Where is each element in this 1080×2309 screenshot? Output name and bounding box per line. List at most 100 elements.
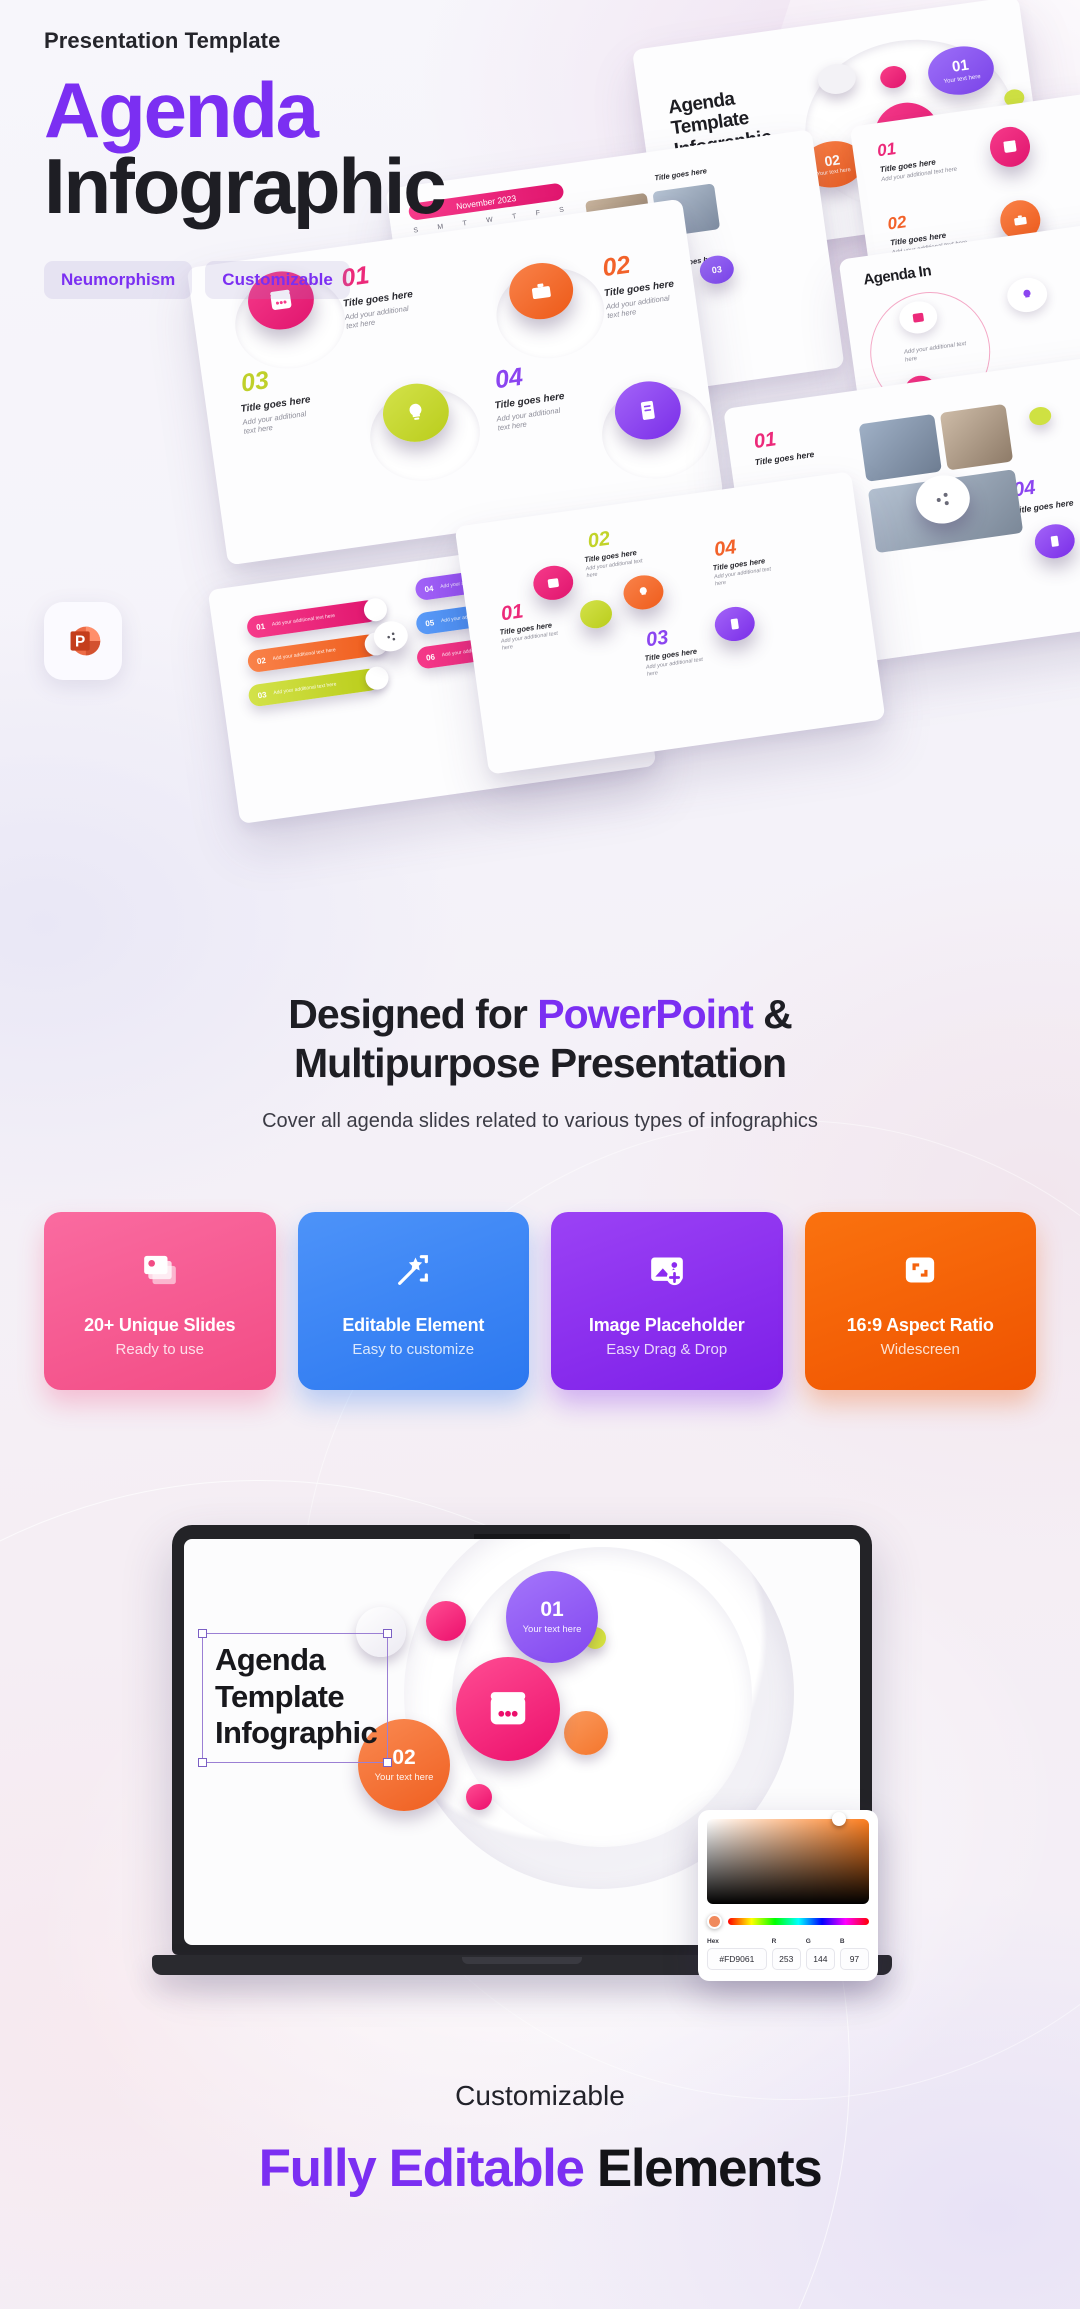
curve-slide: 02 Title goes here Add your additional t… bbox=[454, 471, 886, 775]
calendar-icon bbox=[490, 1692, 526, 1725]
page-title-line1: Agenda bbox=[44, 66, 319, 154]
pill-icon-badge bbox=[363, 665, 390, 692]
share-icon bbox=[386, 632, 395, 641]
feature-card-title: 16:9 Aspect Ratio bbox=[846, 1315, 994, 1335]
page-title-line2: Infographic bbox=[44, 142, 447, 231]
hex-label: Hex bbox=[707, 1938, 719, 1945]
curve-icon-03 bbox=[712, 604, 757, 644]
curve-num-01: 01 bbox=[499, 600, 525, 626]
color-picker-r-field[interactable]: R 253 bbox=[771, 1938, 801, 1970]
footer-heading-purple: Fully Editable bbox=[258, 2139, 585, 2198]
header: Presentation Template Agenda Infographic… bbox=[44, 28, 604, 299]
r-label: R bbox=[771, 1938, 777, 1945]
calendar-icon bbox=[1003, 140, 1017, 153]
mid-subtitle: Cover all agenda slides related to vario… bbox=[262, 1110, 818, 1133]
promo-page: Agenda Template Infographic 01 Your text… bbox=[0, 0, 1080, 2309]
color-picker-sv-knob[interactable] bbox=[832, 1812, 846, 1826]
tag-neumorphism[interactable]: Neumorphism bbox=[44, 260, 193, 299]
footer-heading-dark: Elements bbox=[583, 2139, 823, 2198]
feature-card-subtitle: Ready to use bbox=[115, 1341, 204, 1358]
color-picker-hex-field[interactable]: Hex #FD9061 bbox=[707, 1938, 767, 1970]
feature-card-subtitle: Widescreen bbox=[880, 1341, 960, 1358]
photo-icon-04 bbox=[1032, 521, 1077, 561]
mid-heading-line2: Multipurpose Presentation bbox=[293, 1040, 787, 1087]
feature-card-title: Image Placeholder bbox=[588, 1315, 745, 1335]
feature-card-image-placeholder[interactable]: Image Placeholder Easy Drag & Drop bbox=[551, 1212, 783, 1390]
svg-text:P: P bbox=[75, 633, 85, 650]
photo-thumb-2 bbox=[939, 403, 1014, 471]
mid-heading-a: Designed for bbox=[288, 991, 538, 1037]
r-value[interactable]: 253 bbox=[771, 1948, 801, 1970]
step-num-02: 02 bbox=[600, 250, 633, 283]
laptop-trackpad-notch bbox=[462, 1957, 582, 1964]
document-icon bbox=[640, 400, 655, 420]
g-label: G bbox=[805, 1938, 811, 1945]
calendar-badge-num: 03 bbox=[711, 263, 723, 275]
step-num-03: 03 bbox=[239, 366, 271, 398]
curve-icon-green bbox=[578, 598, 614, 631]
b-value[interactable]: 97 bbox=[839, 1948, 869, 1970]
slide-text-line-1: Agenda bbox=[215, 1642, 326, 1677]
agenda-right-title: Agenda In bbox=[862, 262, 933, 289]
tag-list: Neumorphism Customizable bbox=[44, 260, 604, 299]
pill-icon-badge bbox=[362, 596, 389, 623]
slide-text-selection-box[interactable]: Agenda Template Infographic bbox=[198, 1629, 393, 1767]
color-picker-hue-slider[interactable] bbox=[728, 1918, 869, 1925]
curve-num-04: 04 bbox=[712, 536, 738, 562]
laptop-mockup: 01 Your text here 02 Your text here Agen… bbox=[152, 1525, 892, 1981]
footer-section: Customizable Fully Editable Elements bbox=[0, 2080, 1080, 2199]
right-list-num-01: 01 bbox=[875, 138, 898, 161]
pill-num: 03 bbox=[257, 689, 268, 700]
step-num-04: 04 bbox=[493, 362, 525, 395]
color-picker-g-field[interactable]: G 144 bbox=[805, 1938, 835, 1970]
screen-bubble-01: 01 Your text here bbox=[506, 1571, 598, 1663]
color-picker-saturation-area[interactable] bbox=[707, 1812, 869, 1904]
photo-num-01: 01 bbox=[752, 428, 778, 454]
briefcase-icon bbox=[1014, 215, 1027, 226]
color-picker-fields: Hex #FD9061 R 253 G 144 B 97 bbox=[707, 1938, 869, 1970]
screen-dot-pink bbox=[426, 1601, 466, 1641]
curve-icon-01 bbox=[531, 563, 576, 603]
magic-wand-icon bbox=[393, 1250, 433, 1295]
right-list-icon-01 bbox=[987, 124, 1033, 170]
selection-handle-tr[interactable] bbox=[383, 1629, 393, 1638]
feature-card-title: 20+ Unique Slides bbox=[84, 1315, 236, 1335]
screen-bubble-02-num: 02 bbox=[392, 1746, 416, 1770]
feature-card-unique-slides[interactable]: 20+ Unique Slides Ready to use bbox=[44, 1212, 276, 1390]
document-icon bbox=[1050, 535, 1059, 547]
slide-text-line-3: Infographic bbox=[215, 1715, 378, 1751]
image-add-icon bbox=[647, 1250, 687, 1295]
feature-card-editable-element[interactable]: Editable Element Easy to customize bbox=[297, 1212, 529, 1390]
hex-value[interactable]: #FD9061 bbox=[707, 1948, 767, 1970]
photo-thumb-1 bbox=[858, 413, 942, 482]
g-value[interactable]: 144 bbox=[805, 1948, 835, 1970]
bulb-icon bbox=[1023, 289, 1031, 298]
pill-text: Add your additional text here bbox=[272, 647, 337, 662]
feature-card-aspect-ratio[interactable]: 16:9 Aspect Ratio Widescreen bbox=[804, 1212, 1036, 1390]
photo-dot-green bbox=[1028, 405, 1053, 427]
feature-card-subtitle: Easy Drag & Drop bbox=[606, 1341, 728, 1358]
powerpoint-badge[interactable]: P bbox=[44, 602, 122, 680]
right-list-num-02: 02 bbox=[886, 212, 908, 234]
pill-text: Add your additional text here bbox=[271, 612, 336, 628]
curve-icon-02 bbox=[621, 572, 666, 613]
pill-num: 06 bbox=[425, 651, 436, 663]
bulb-icon bbox=[639, 587, 647, 595]
powerpoint-icon: P bbox=[70, 626, 101, 656]
color-picker-panel[interactable]: Hex #FD9061 R 253 G 144 B 97 bbox=[698, 1810, 878, 1981]
calendar-icon bbox=[912, 312, 924, 323]
color-picker-b-field[interactable]: B 97 bbox=[839, 1938, 869, 1970]
selection-handle-br[interactable] bbox=[383, 1757, 393, 1767]
selection-handle-tl[interactable] bbox=[198, 1629, 207, 1638]
screen-dot-pink-small bbox=[466, 1784, 492, 1810]
footer-kicker: Customizable bbox=[455, 2080, 625, 2111]
hero-bubble-01-num: 01 bbox=[950, 56, 970, 76]
pill-row-02: 02 Add your additional text here bbox=[246, 630, 390, 674]
selection-handle-bl[interactable] bbox=[198, 1757, 207, 1767]
feature-card-title: Editable Element bbox=[342, 1315, 485, 1335]
tag-customizable[interactable]: Customizable bbox=[205, 260, 350, 299]
aspect-ratio-icon bbox=[900, 1250, 940, 1295]
document-icon bbox=[730, 618, 739, 630]
color-picker-hue-knob[interactable] bbox=[707, 1914, 722, 1929]
pill-text: Add your additional text here bbox=[273, 681, 337, 697]
